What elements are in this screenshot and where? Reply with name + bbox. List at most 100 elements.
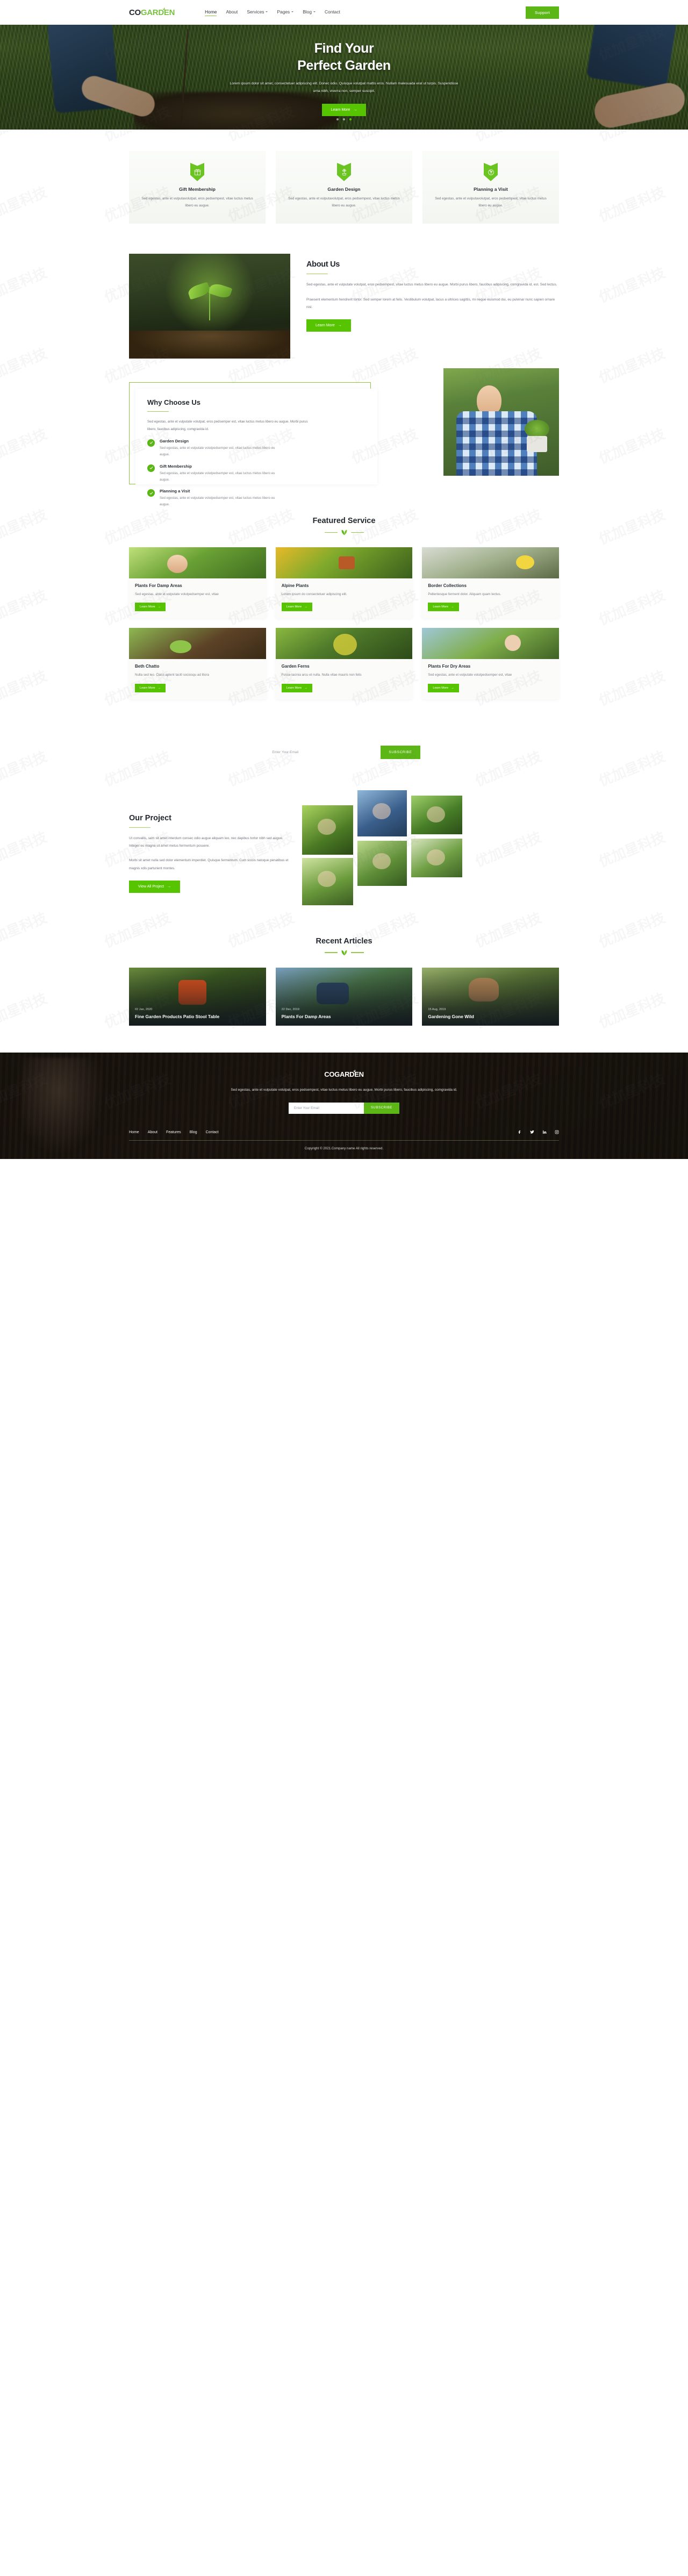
chevron-down-icon xyxy=(266,11,268,12)
hero-title-line2: Perfect Garden xyxy=(297,58,391,73)
project-gallery-item[interactable] xyxy=(357,840,407,886)
article-date: 15 Aug, 2019 xyxy=(428,1008,446,1012)
newsletter-subscribe-button[interactable]: SUBSCRIBE xyxy=(381,745,420,759)
featured-card[interactable]: Garden Ferns Fusce lacinia arcu et nulla… xyxy=(275,628,413,699)
project-gallery-item[interactable] xyxy=(302,857,353,905)
why-image-shirt xyxy=(456,411,537,476)
featured-card[interactable]: Plants For Damp Areas Sed egestas, ante … xyxy=(129,547,266,619)
why-choose-us-section: Why Choose Us Sed egestas, ante et vulpu… xyxy=(0,368,688,511)
footer-logo[interactable]: CO GARDEN xyxy=(324,1067,364,1078)
slider-dot-3[interactable] xyxy=(349,118,352,120)
footer-nav-home[interactable]: Home xyxy=(129,1130,139,1134)
arrow-right-icon: → xyxy=(450,605,454,609)
instagram-icon[interactable] xyxy=(554,1130,559,1135)
hero-slider-dots[interactable] xyxy=(0,113,688,123)
arrow-right-icon: → xyxy=(167,884,171,889)
service-card[interactable]: Gift Membership Sed egestas, ante et vul… xyxy=(129,151,266,224)
featured-card[interactable]: Border Collections Pellentesque ferment … xyxy=(422,547,559,619)
footer-nav-about[interactable]: About xyxy=(148,1130,157,1134)
featured-cta-label: Learn More xyxy=(286,605,302,609)
article-title: Gardening Gone Wild xyxy=(428,1014,474,1020)
why-feature-title: Planning a Visit xyxy=(160,489,190,494)
footer-nav-blog[interactable]: Blog xyxy=(190,1130,197,1134)
site-header: CO GARDEN Home About Services Pages Blog… xyxy=(0,0,688,25)
footer-nav-features[interactable]: Features xyxy=(166,1130,181,1134)
twitter-icon[interactable] xyxy=(529,1130,534,1135)
featured-learn-more-button[interactable]: Learn More → xyxy=(428,603,459,612)
support-button[interactable]: Support xyxy=(526,6,559,19)
check-icon xyxy=(147,489,155,497)
featured-learn-more-button[interactable]: Learn More → xyxy=(135,683,166,692)
footer-nav-contact[interactable]: Contact xyxy=(206,1130,219,1134)
project-paragraph-1: Ut convallis, sem sit amet interdum cons… xyxy=(129,836,283,848)
nav-item-contact[interactable]: Contact xyxy=(325,9,340,16)
newsletter-email-input[interactable] xyxy=(268,745,381,759)
featured-card[interactable]: Beth Chatto Nulla sed leo. Class aptent … xyxy=(129,628,266,699)
service-cards-section: Gift Membership Sed egestas, ante et vul… xyxy=(0,130,688,242)
about-image-leaf-left xyxy=(187,282,211,300)
featured-learn-more-button[interactable]: Learn More → xyxy=(281,603,312,612)
featured-card-text: Sed egestas, ante et vulputate volutpeds… xyxy=(135,592,219,596)
logo[interactable]: CO GARDEN xyxy=(129,5,175,17)
featured-cta-label: Learn More xyxy=(433,686,448,690)
featured-cta-label: Learn More xyxy=(140,686,155,690)
about-image xyxy=(129,253,290,359)
nav-item-pages[interactable]: Pages xyxy=(277,9,294,16)
why-feature-title: Garden Design xyxy=(160,438,189,443)
about-section: About Us Sed egestas, ante et vulputate … xyxy=(0,242,688,375)
service-card-text: Sed egestas, ante et vulputavolutpat, er… xyxy=(435,197,547,207)
project-gallery-item[interactable] xyxy=(411,838,462,877)
nav-item-blog[interactable]: Blog xyxy=(303,9,316,16)
service-card[interactable]: Planning a Visit Sed egestas, ante et vu… xyxy=(422,151,559,224)
featured-learn-more-button[interactable]: Learn More → xyxy=(135,603,166,612)
featured-learn-more-button[interactable]: Learn More → xyxy=(281,683,312,692)
service-card-title: Planning a Visit xyxy=(474,187,508,192)
why-content-card: Why Choose Us Sed egestas, ante et vulpu… xyxy=(135,388,377,506)
nav-item-home[interactable]: Home xyxy=(205,9,217,16)
nav-item-about[interactable]: About xyxy=(226,9,238,16)
slider-dot-2[interactable] xyxy=(343,118,345,120)
hero-banner: Find Your Perfect Garden Lorem ipsum dol… xyxy=(0,25,688,130)
leaf-icon xyxy=(162,5,167,10)
featured-card[interactable]: Alpine Plants Lorem ipsum do consectetue… xyxy=(275,547,413,619)
featured-card-text: Lorem ipsum do consectetuer adipiscing e… xyxy=(281,592,347,596)
footer-email-input[interactable] xyxy=(288,1102,364,1114)
footer-subscribe-button[interactable]: SUBSCRIBE xyxy=(363,1102,400,1114)
service-card[interactable]: Garden Design Sed egestas, ante et vulpu… xyxy=(276,151,412,224)
logo-text-co: CO xyxy=(129,8,141,17)
project-gallery-item[interactable] xyxy=(357,790,407,836)
nav-label: About xyxy=(226,9,238,15)
project-gallery-item[interactable] xyxy=(302,805,353,855)
featured-card[interactable]: Plants For Dry Areas Sed egestas, ante e… xyxy=(422,628,559,699)
featured-learn-more-button[interactable]: Learn More → xyxy=(428,683,459,692)
nav-label: Contact xyxy=(324,9,340,15)
about-learn-more-button[interactable]: Learn More → xyxy=(306,319,351,332)
leaf-divider xyxy=(0,950,688,956)
divider-line-right xyxy=(350,532,364,533)
hero-cta-label: Learn More xyxy=(331,108,350,112)
why-title: Why Choose Us xyxy=(147,398,200,406)
article-card[interactable]: 02 Jan, 2020 Fine Garden Products Patio … xyxy=(129,967,266,1026)
facebook-icon[interactable] xyxy=(517,1130,522,1135)
footer-logo-text-garden: GARDEN xyxy=(334,1070,364,1078)
chevron-down-icon xyxy=(313,11,316,12)
nav-label: Home xyxy=(205,9,217,15)
project-gallery-item[interactable] xyxy=(411,795,462,834)
why-intro: Sed egestas, ante et vulputate volutpat,… xyxy=(147,420,308,431)
about-paragraph-1: Sed egestas, ante et vulputate volutpat,… xyxy=(306,283,557,287)
divider-line-left xyxy=(324,952,338,953)
leaf-icon xyxy=(353,1067,357,1072)
recent-articles-section: Recent Articles 02 Jan, 2020 Fine Garden… xyxy=(0,929,688,1053)
view-all-project-button[interactable]: View All Project → xyxy=(129,880,181,893)
linkedin-icon[interactable] xyxy=(542,1130,547,1135)
leaf-icon xyxy=(341,950,347,955)
footer-bar: Home About Features Blog Contact xyxy=(129,1130,559,1141)
why-image xyxy=(443,368,559,476)
article-card[interactable]: 22 Dec, 2019 Plants For Damp Areas xyxy=(275,967,413,1026)
nav-item-services[interactable]: Services xyxy=(247,9,268,16)
chevron-down-icon xyxy=(291,11,294,12)
hero-title-line1: Find Your xyxy=(314,41,374,56)
article-card[interactable]: 15 Aug, 2019 Gardening Gone Wild xyxy=(422,967,560,1026)
slider-dot-1[interactable] xyxy=(336,118,339,120)
project-cta-label: View All Project xyxy=(138,884,164,889)
